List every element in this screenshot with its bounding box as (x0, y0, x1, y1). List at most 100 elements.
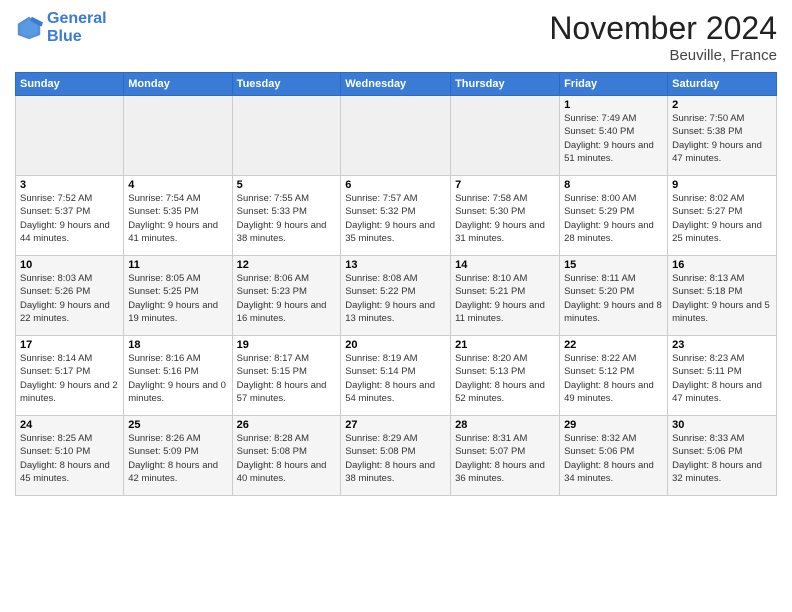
day-info: Sunrise: 8:02 AM (672, 192, 772, 205)
header-cell-sunday: Sunday (16, 73, 124, 96)
logo-text: General Blue (47, 10, 107, 45)
day-number: 14 (455, 259, 555, 271)
day-info: Daylight: 8 hours and 54 minutes. (345, 379, 446, 406)
day-number: 15 (564, 259, 663, 271)
day-cell: 29Sunrise: 8:32 AMSunset: 5:06 PMDayligh… (560, 416, 668, 496)
day-info: Sunset: 5:23 PM (237, 285, 337, 298)
day-cell: 18Sunrise: 8:16 AMSunset: 5:16 PMDayligh… (124, 336, 232, 416)
day-info: Sunrise: 8:31 AM (455, 432, 555, 445)
day-info: Sunrise: 8:19 AM (345, 352, 446, 365)
day-info: Daylight: 9 hours and 0 minutes. (128, 379, 227, 406)
header-cell-saturday: Saturday (668, 73, 777, 96)
day-info: Sunrise: 8:17 AM (237, 352, 337, 365)
day-cell: 27Sunrise: 8:29 AMSunset: 5:08 PMDayligh… (341, 416, 451, 496)
day-info: Sunset: 5:06 PM (564, 445, 663, 458)
day-info: Daylight: 9 hours and 5 minutes. (672, 299, 772, 326)
day-info: Sunset: 5:17 PM (20, 365, 119, 378)
day-info: Sunset: 5:33 PM (237, 205, 337, 218)
day-info: Sunrise: 7:49 AM (564, 112, 663, 125)
day-info: Sunset: 5:25 PM (128, 285, 227, 298)
day-info: Sunrise: 8:00 AM (564, 192, 663, 205)
day-info: Sunset: 5:13 PM (455, 365, 555, 378)
day-info: Sunset: 5:11 PM (672, 365, 772, 378)
day-info: Sunset: 5:20 PM (564, 285, 663, 298)
day-cell (341, 96, 451, 176)
day-info: Daylight: 8 hours and 40 minutes. (237, 459, 337, 486)
day-info: Sunset: 5:22 PM (345, 285, 446, 298)
calendar-body: 1Sunrise: 7:49 AMSunset: 5:40 PMDaylight… (16, 96, 777, 496)
day-number: 18 (128, 339, 227, 351)
day-cell: 12Sunrise: 8:06 AMSunset: 5:23 PMDayligh… (232, 256, 341, 336)
title-block: November 2024 Beuville, France (549, 10, 777, 64)
day-info: Daylight: 8 hours and 57 minutes. (237, 379, 337, 406)
day-cell: 11Sunrise: 8:05 AMSunset: 5:25 PMDayligh… (124, 256, 232, 336)
day-cell (451, 96, 560, 176)
day-info: Daylight: 9 hours and 51 minutes. (564, 139, 663, 166)
day-info: Sunrise: 7:50 AM (672, 112, 772, 125)
day-cell: 7Sunrise: 7:58 AMSunset: 5:30 PMDaylight… (451, 176, 560, 256)
day-info: Sunrise: 8:23 AM (672, 352, 772, 365)
day-info: Daylight: 9 hours and 31 minutes. (455, 219, 555, 246)
day-cell: 15Sunrise: 8:11 AMSunset: 5:20 PMDayligh… (560, 256, 668, 336)
day-info: Daylight: 9 hours and 11 minutes. (455, 299, 555, 326)
day-info: Daylight: 9 hours and 35 minutes. (345, 219, 446, 246)
day-info: Daylight: 9 hours and 22 minutes. (20, 299, 119, 326)
day-info: Sunset: 5:38 PM (672, 125, 772, 138)
day-number: 9 (672, 179, 772, 191)
day-info: Sunrise: 7:57 AM (345, 192, 446, 205)
day-number: 29 (564, 419, 663, 431)
day-info: Sunrise: 7:54 AM (128, 192, 227, 205)
day-cell (124, 96, 232, 176)
day-info: Daylight: 9 hours and 8 minutes. (564, 299, 663, 326)
day-info: Sunset: 5:12 PM (564, 365, 663, 378)
day-info: Daylight: 8 hours and 32 minutes. (672, 459, 772, 486)
day-number: 16 (672, 259, 772, 271)
day-info: Sunrise: 7:58 AM (455, 192, 555, 205)
day-info: Sunset: 5:15 PM (237, 365, 337, 378)
day-number: 13 (345, 259, 446, 271)
day-cell: 28Sunrise: 8:31 AMSunset: 5:07 PMDayligh… (451, 416, 560, 496)
day-number: 10 (20, 259, 119, 271)
day-cell: 6Sunrise: 7:57 AMSunset: 5:32 PMDaylight… (341, 176, 451, 256)
week-row-1: 3Sunrise: 7:52 AMSunset: 5:37 PMDaylight… (16, 176, 777, 256)
day-info: Daylight: 8 hours and 47 minutes. (672, 379, 772, 406)
day-number: 7 (455, 179, 555, 191)
day-cell (232, 96, 341, 176)
day-cell: 1Sunrise: 7:49 AMSunset: 5:40 PMDaylight… (560, 96, 668, 176)
day-info: Daylight: 9 hours and 13 minutes. (345, 299, 446, 326)
day-info: Sunrise: 8:11 AM (564, 272, 663, 285)
day-cell: 24Sunrise: 8:25 AMSunset: 5:10 PMDayligh… (16, 416, 124, 496)
day-info: Daylight: 9 hours and 44 minutes. (20, 219, 119, 246)
day-info: Daylight: 8 hours and 36 minutes. (455, 459, 555, 486)
day-info: Daylight: 8 hours and 49 minutes. (564, 379, 663, 406)
day-info: Sunset: 5:09 PM (128, 445, 227, 458)
day-info: Sunrise: 8:06 AM (237, 272, 337, 285)
day-number: 20 (345, 339, 446, 351)
day-info: Sunrise: 8:20 AM (455, 352, 555, 365)
day-info: Sunrise: 8:25 AM (20, 432, 119, 445)
day-cell: 5Sunrise: 7:55 AMSunset: 5:33 PMDaylight… (232, 176, 341, 256)
day-info: Sunset: 5:35 PM (128, 205, 227, 218)
day-number: 24 (20, 419, 119, 431)
day-info: Daylight: 8 hours and 34 minutes. (564, 459, 663, 486)
day-info: Sunset: 5:30 PM (455, 205, 555, 218)
day-cell: 30Sunrise: 8:33 AMSunset: 5:06 PMDayligh… (668, 416, 777, 496)
day-number: 26 (237, 419, 337, 431)
day-info: Sunrise: 7:52 AM (20, 192, 119, 205)
day-number: 23 (672, 339, 772, 351)
day-info: Sunset: 5:16 PM (128, 365, 227, 378)
day-info: Sunrise: 8:14 AM (20, 352, 119, 365)
day-cell: 2Sunrise: 7:50 AMSunset: 5:38 PMDaylight… (668, 96, 777, 176)
day-info: Sunset: 5:37 PM (20, 205, 119, 218)
header-row: SundayMondayTuesdayWednesdayThursdayFrid… (16, 73, 777, 96)
day-info: Daylight: 8 hours and 38 minutes. (345, 459, 446, 486)
day-info: Daylight: 9 hours and 41 minutes. (128, 219, 227, 246)
calendar: SundayMondayTuesdayWednesdayThursdayFrid… (15, 72, 777, 496)
day-cell: 9Sunrise: 8:02 AMSunset: 5:27 PMDaylight… (668, 176, 777, 256)
day-info: Daylight: 9 hours and 19 minutes. (128, 299, 227, 326)
day-info: Sunrise: 8:29 AM (345, 432, 446, 445)
day-info: Daylight: 8 hours and 42 minutes. (128, 459, 227, 486)
logo: General Blue (15, 10, 107, 45)
day-number: 8 (564, 179, 663, 191)
day-number: 27 (345, 419, 446, 431)
